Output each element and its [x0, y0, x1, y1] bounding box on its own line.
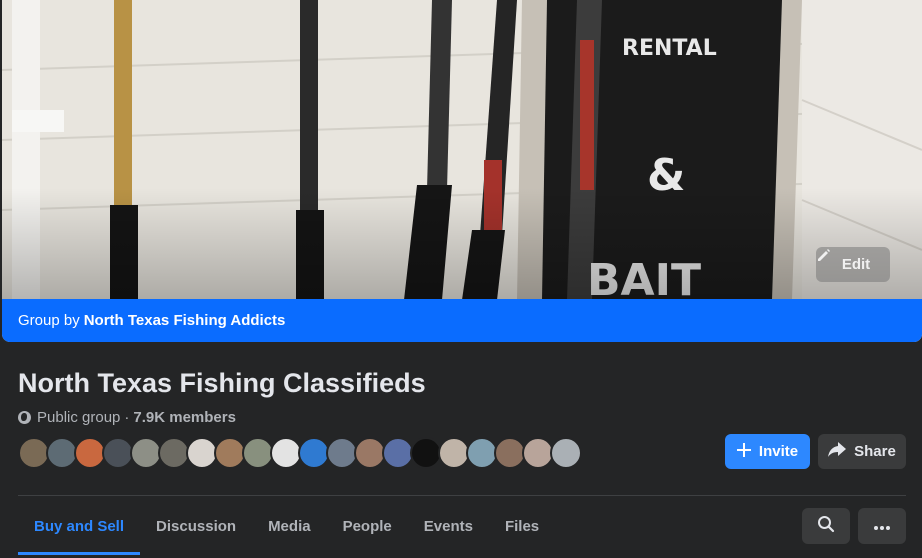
share-arrow-icon: [828, 441, 847, 462]
more-dots-icon: [874, 517, 890, 535]
share-label: Share: [854, 443, 896, 460]
member-avatar[interactable]: [550, 437, 582, 469]
plus-icon: [736, 442, 751, 461]
edit-cover-button[interactable]: Edit: [816, 247, 890, 282]
tab-media[interactable]: Media: [252, 497, 327, 555]
share-button[interactable]: Share: [818, 434, 906, 469]
invite-label: Invite: [758, 443, 799, 460]
more-options-button[interactable]: [858, 508, 906, 544]
tab-people[interactable]: People: [327, 497, 408, 555]
edit-label: Edit: [841, 256, 871, 273]
tab-buy-and-sell[interactable]: Buy and Sell: [18, 497, 141, 555]
member-count[interactable]: 7.9K members: [133, 409, 236, 426]
invite-button[interactable]: Invite: [725, 434, 810, 469]
divider: [18, 495, 906, 496]
group-by-prefix: Group by: [18, 312, 80, 329]
group-owner-link[interactable]: North Texas Fishing Addicts: [84, 312, 286, 329]
group-by-banner: Group by North Texas Fishing Addicts: [2, 299, 922, 342]
cover-photo: RENTAL & BAIT Edit Group by North Texas …: [2, 0, 922, 342]
globe-icon: [18, 411, 31, 424]
page-title[interactable]: North Texas Fishing Classifieds: [18, 368, 426, 399]
group-meta: Public group · 7.9K members: [18, 409, 236, 426]
group-tabs: Buy and Sell Discussion Media People Eve…: [18, 497, 555, 555]
search-icon: [817, 515, 835, 538]
privacy-label[interactable]: Public group: [37, 409, 120, 426]
tab-discussion[interactable]: Discussion: [140, 497, 252, 555]
meta-separator: ·: [124, 409, 130, 426]
search-button[interactable]: [802, 508, 850, 544]
cover-image: RENTAL & BAIT: [2, 0, 922, 342]
tab-events[interactable]: Events: [408, 497, 489, 555]
tab-files[interactable]: Files: [489, 497, 555, 555]
